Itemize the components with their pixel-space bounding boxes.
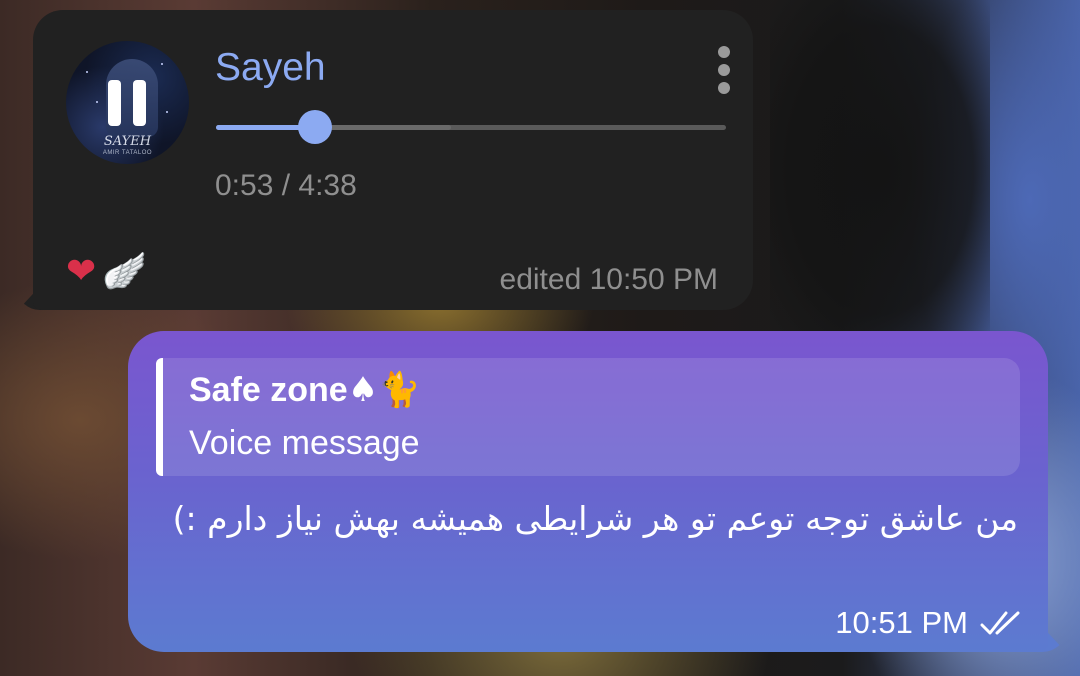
cover-star xyxy=(96,101,98,103)
chat-wallpaper xyxy=(770,0,990,340)
spade-cat-emoji-icon: ♠🐈 xyxy=(347,370,421,410)
cover-title: SAYEH xyxy=(103,134,152,149)
quoted-sender-name: Safe zone♠🐈 xyxy=(189,370,421,410)
cover-star xyxy=(86,71,88,73)
anatomical-heart-reaction-icon[interactable]: ❤ xyxy=(66,251,96,292)
sent-time: 10:51 PM xyxy=(835,605,968,640)
message-text: من عاشق توجه توعم تو هر شرایطی همیشه بهش… xyxy=(172,499,1018,538)
wing-reaction-icon[interactable]: 🪽 xyxy=(102,250,147,292)
more-options-icon[interactable] xyxy=(710,44,738,98)
pause-icon[interactable] xyxy=(106,80,148,126)
cover-star xyxy=(166,111,168,113)
quote-accent-bar xyxy=(156,358,163,476)
seek-thumb[interactable] xyxy=(298,110,333,144)
quoted-text: Voice message xyxy=(189,424,420,462)
double-check-icon xyxy=(980,611,1020,635)
seek-bar[interactable] xyxy=(216,110,726,144)
reactions[interactable]: ❤ 🪽 xyxy=(66,244,147,298)
playback-time: 0:53 / 4:38 xyxy=(215,169,357,202)
quoted-message[interactable]: Safe zone♠🐈 Voice message xyxy=(156,358,1020,476)
message-meta: 10:51 PM xyxy=(835,604,1026,642)
track-title: Sayeh xyxy=(215,46,326,89)
cover-artist: AMIR TATALOO xyxy=(102,150,153,156)
quoted-sender-label: Safe zone xyxy=(189,371,348,409)
cover-star xyxy=(161,63,163,65)
edited-timestamp: edited 10:50 PM xyxy=(499,263,718,296)
